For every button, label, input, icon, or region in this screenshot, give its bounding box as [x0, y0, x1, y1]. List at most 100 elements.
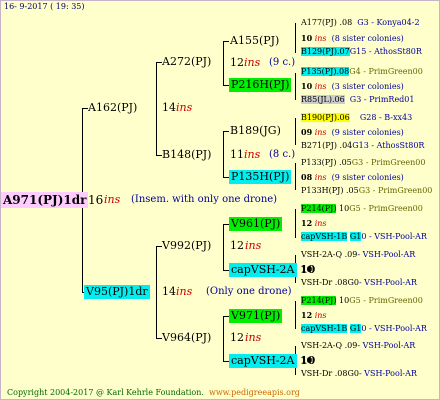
g4-p133-sisters: 08 ins (9 sister colonies): [301, 172, 404, 183]
g4-vsh-b-count: 10: [301, 355, 312, 366]
g4-origin: - VSH-Pool-AR: [357, 341, 416, 350]
g4-b271[interactable]: B271(PJ) .04G13 - AthosSt80R: [301, 141, 424, 151]
g4-label: 12: [301, 218, 313, 228]
g3-a155[interactable]: A155(PJ): [230, 34, 279, 48]
g3-p135h[interactable]: P135H(PJ): [229, 170, 292, 184]
root-note: (Insem. with only one drone): [131, 194, 278, 205]
g4-label: P214(PJ): [301, 204, 337, 213]
branch-a162: [156, 62, 157, 155]
g4-b190-sisters: 09 ins (9 sister colonies): [301, 127, 404, 138]
g4-ins: ins: [314, 173, 327, 182]
g4-b129[interactable]: B129(PJ).07G15 - AthosSt80R: [301, 47, 422, 57]
g4-num: 10: [339, 204, 350, 213]
branch-g4: [295, 118, 296, 145]
g3-capvsh-2a-a[interactable]: capVSH-2A: [229, 263, 297, 277]
root-queen[interactable]: A971(PJ)1dr: [1, 192, 89, 208]
g4-num: .09: [344, 341, 358, 350]
g4-label: A177(PJ): [301, 18, 337, 27]
g4-vsh-a-count: 10: [301, 264, 312, 275]
g2-v992-ins: ins: [245, 239, 262, 252]
g4-p133h[interactable]: P133H(PJ) .05G3 - PrimGreen00: [301, 186, 432, 196]
g4-num: 10: [339, 296, 350, 305]
g4-num: .06: [331, 95, 345, 104]
g4-ins: ins: [314, 34, 327, 43]
g4-label: B190(PJ): [301, 113, 337, 122]
g4-vsh-dr-a[interactable]: VSH-Dr .08G0- VSH-Pool-AR: [301, 278, 417, 288]
g4-a177[interactable]: A177(PJ) .08 G3 - Konya04-2: [301, 18, 420, 28]
g2-a272[interactable]: A272(PJ): [162, 55, 211, 69]
g4-ins: ins: [314, 219, 327, 228]
g4-label: P135(PJ): [301, 67, 337, 76]
g2-b148[interactable]: B148(PJ): [162, 148, 211, 162]
branch-v992: [223, 224, 224, 270]
g4-origin: G4 - PrimGreen00: [349, 67, 423, 76]
branch-g4: [295, 73, 296, 100]
g2-v992[interactable]: V992(PJ): [162, 239, 211, 253]
g4-origin: - VSH-Pool-AR: [357, 250, 416, 259]
g1-v95-note: (Only one drone): [206, 286, 292, 297]
g4-label: capVSH-1B: [301, 232, 348, 241]
g3-p216h[interactable]: P216H(PJ): [229, 78, 292, 92]
g4-b190[interactable]: B190(PJ).06 G28 - B-xx43: [301, 113, 412, 123]
footer-copyright: Copyright 2004-2017 @ Karl Kehrle Founda…: [7, 388, 300, 398]
g4-note: (9 sister colonies): [331, 128, 404, 137]
g4-label: P133H(PJ): [301, 186, 344, 195]
g4-num: .06: [336, 113, 350, 122]
g4-vsh-2a-q-b[interactable]: VSH-2A-Q .09- VSH-Pool-AR: [301, 341, 415, 351]
branch-v964: [223, 316, 224, 361]
g4-num: G1: [349, 232, 362, 241]
g1-a162-ins: ins: [176, 101, 193, 114]
g4-vsh-dr-b[interactable]: VSH-Dr .08G0- VSH-Pool-AR: [301, 369, 417, 379]
g4-origin: G28 - B-xx43: [359, 113, 413, 122]
pedigree-page: 16- 9-2017 ( 19: 35) A971(PJ)1dr 16 ins …: [0, 0, 440, 400]
g4-p133[interactable]: P133(PJ) .05G3 - PrimGreen00: [301, 158, 425, 168]
g4-num: .07: [336, 47, 350, 56]
g4-ins: ins: [314, 128, 327, 137]
branch-g4: [295, 23, 296, 53]
g4-label: VSH-Dr: [301, 278, 333, 287]
g1-v95[interactable]: V95(PJ)1dr: [84, 285, 150, 299]
branch-g4: [295, 301, 296, 329]
g3-a155-ins: ins: [244, 56, 261, 69]
g3-b189-ins: ins: [244, 148, 261, 161]
g3-a155-count: 12: [230, 56, 244, 69]
g3-b189-note: (8 c.): [269, 149, 296, 160]
g4-p214-a[interactable]: P214(PJ) 10G5 - PrimGreen00: [301, 204, 423, 214]
footer-url[interactable]: www.pedigreeapis.org: [209, 388, 300, 397]
g4-num: .08G0: [334, 278, 359, 287]
g4-origin: G3 - PrimRed01: [349, 95, 415, 104]
g3-capvsh-2a-b[interactable]: capVSH-2A: [229, 354, 297, 368]
g3-v971[interactable]: V971(PJ): [229, 309, 283, 323]
g2-v992-count: 12: [230, 239, 244, 252]
report-date: 16- 9-2017 ( 19: 35): [4, 2, 85, 11]
g3-b189[interactable]: B189(JG): [230, 124, 281, 138]
g4-num: .08: [336, 67, 350, 76]
g4-origin: 0 - VSH-Pool-AR: [361, 232, 427, 241]
g4-label: B129(PJ): [301, 47, 337, 56]
g4-p214-b[interactable]: P214(PJ) 10G5 - PrimGreen00: [301, 296, 423, 306]
g4-num: .08G0: [334, 369, 359, 378]
g1-a162[interactable]: A162(PJ): [88, 101, 137, 115]
g4-origin: - VSH-Pool-AR: [358, 369, 417, 378]
g2-v964[interactable]: V964(PJ): [162, 331, 211, 345]
g4-origin: G3 - Konya04-2: [357, 18, 420, 27]
g3-a155-note: (9 c.): [269, 57, 296, 68]
branch-a272: [223, 41, 224, 85]
g3-v961[interactable]: V961(PJ): [229, 217, 283, 231]
g4-vsh-2a-q-a[interactable]: VSH-2A-Q .09- VSH-Pool-AR: [301, 250, 415, 260]
g4-ins: ins: [314, 311, 327, 320]
g4-label: 10: [301, 355, 313, 365]
root-count: 16: [88, 193, 104, 207]
g4-p135[interactable]: P135(PJ).08G4 - PrimGreen00: [301, 67, 423, 77]
g4-r85[interactable]: R85(JL).06 G3 - PrimRed01: [301, 95, 414, 105]
g4-origin: - VSH-Pool-AR: [358, 278, 417, 287]
g4-capvsh-1b-b[interactable]: capVSH-1B G10 - VSH-Pool-AR: [301, 324, 427, 334]
g4-p214-a-sisters: 12 ins: [301, 218, 327, 229]
g4-label: 10: [301, 33, 313, 43]
g4-note: (9 sister colonies): [331, 173, 404, 182]
g4-origin: G15 - AthosSt80R: [349, 47, 422, 56]
g4-origin: 0 - VSH-Pool-AR: [361, 324, 427, 333]
g4-origin: G5 - PrimGreen00: [349, 296, 423, 305]
g4-note: (8 sister colonies): [331, 34, 404, 43]
g4-capvsh-1b-a[interactable]: capVSH-1B G10 - VSH-Pool-AR: [301, 232, 427, 242]
